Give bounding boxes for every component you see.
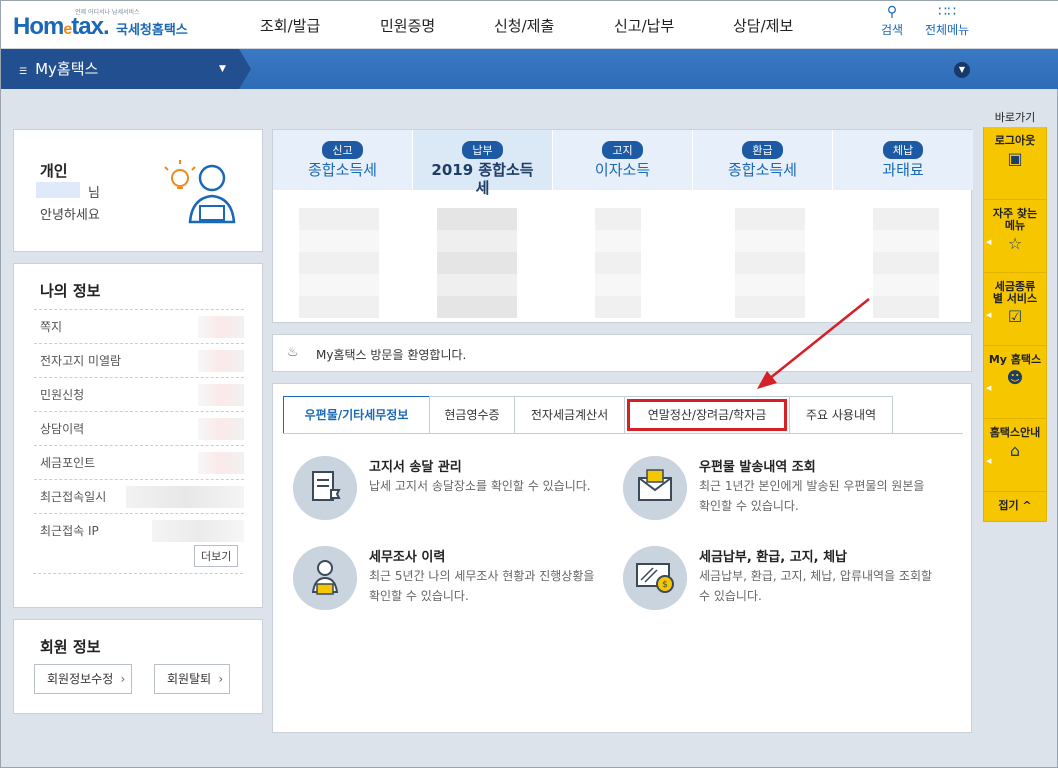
logo-korean-name: 국세청홈택스 [116, 23, 188, 38]
menu-inquiry-issue[interactable]: 조회/발급 [260, 15, 320, 36]
tax-type-service-button[interactable]: ◀ 세금종류별 서비스 ☑ [983, 273, 1047, 346]
name-suffix: 님 [88, 186, 100, 201]
fold-button[interactable]: 접기 ^ [983, 492, 1047, 522]
info-row-unread-notice[interactable]: 전자고지 미열람 [34, 343, 244, 377]
masked-value [198, 418, 244, 440]
member-info-card: 회원 정보 회원정보수정 회원탈퇴 [13, 619, 263, 714]
tab-e-tax-invoice[interactable]: 전자세금계산서 [514, 396, 625, 434]
info-row-tax-point[interactable]: 세금포인트 [34, 445, 244, 479]
user-laptop-illustration-icon [164, 160, 236, 224]
favorite-menu-button[interactable]: ◀ 자주 찾는 메뉴 ☆ [983, 200, 1047, 273]
all-menu-button[interactable]: ∷∷ 전체메뉴 [925, 3, 969, 38]
tax-summary-arrears[interactable]: 체납 과태료 [833, 130, 973, 190]
logo-wordmark: Hometax. [13, 13, 110, 40]
left-arrow-icon: ◀ [986, 238, 992, 246]
my-hometax-quick-button[interactable]: ◀ My 홈택스 ☻ [983, 346, 1047, 419]
info-row-civil-application[interactable]: 민원신청 [34, 377, 244, 411]
info-row-last-login-time: 최근접속일시 [34, 479, 244, 513]
masked-value [152, 520, 244, 542]
more-button[interactable]: 더보기 [194, 545, 239, 567]
nav-bar: ☰ My홈택스 ▼ ▼ [1, 49, 1058, 89]
info-row-last-login-ip: 최근접속 IP [34, 513, 244, 547]
service-tax-audit-history[interactable]: 세무조사 이력 최근 5년간 나의 세무조사 현황과 진행상황을 확인할 수 있… [293, 546, 613, 626]
grid-icon: ∷∷ [938, 4, 956, 20]
tax-summary-payment[interactable]: 납부 2019 종합소득세 [413, 130, 553, 197]
greeting-text: 안녕하세요 [40, 208, 100, 223]
tax-summary-refund[interactable]: 환급 종합소득세 [693, 130, 833, 190]
status-badge: 납부 [462, 141, 503, 159]
edit-member-button[interactable]: 회원정보수정 [34, 664, 133, 694]
bell-icon: ♨ [287, 345, 299, 360]
status-badge: 고지 [602, 141, 643, 159]
info-row-consult-history[interactable]: 상담이력 [34, 411, 244, 445]
house-icon: ⌂ [1009, 441, 1021, 460]
tax-summary-notice[interactable]: 고지 이자소득 [553, 130, 693, 190]
person-laptop-icon [293, 546, 357, 610]
masked-amount [735, 208, 805, 318]
service-payment-refund[interactable]: $ 세금납부, 환급, 고지, 체납 세금납부, 환급, 고지, 체납, 압류내… [623, 546, 943, 626]
menu-civil-certificate[interactable]: 민원증명 [380, 15, 435, 36]
masked-amount [873, 208, 939, 318]
document-flag-icon [293, 456, 357, 520]
chevron-down-icon[interactable]: ▼ [219, 49, 226, 89]
notice-bar: ♨ My홈택스 방문을 환영합니다. [272, 334, 972, 372]
my-info-title: 나의 정보 [40, 282, 101, 300]
notice-text: My홈택스 방문을 환영합니다. [316, 348, 467, 362]
menu-report-pay[interactable]: 신고/납부 [614, 15, 674, 36]
masked-amount [437, 208, 517, 318]
info-row-message[interactable]: 쪽지 [34, 309, 244, 343]
menu-icon: ☰ [19, 67, 28, 77]
member-info-title: 회원 정보 [40, 638, 101, 656]
expand-circle-icon[interactable]: ▼ [954, 62, 970, 78]
star-icon: ☆ [1007, 234, 1023, 253]
masked-user-name [36, 182, 80, 198]
menu-apply-submit[interactable]: 신청/제출 [494, 15, 554, 36]
masked-value [198, 452, 244, 474]
left-arrow-icon: ◀ [986, 384, 992, 392]
search-icon: ⚲ [886, 4, 898, 20]
masked-value [198, 350, 244, 372]
masked-value [198, 384, 244, 406]
monitor-coin-icon: $ [623, 546, 687, 610]
service-mail-history[interactable]: 우편물 발송내역 조회 최근 1년간 본인에게 발송된 우편물의 원본을 확인할… [623, 456, 943, 536]
quick-menu: 바로가기 로그아웃 ▣ ◀ 자주 찾는 메뉴 ☆ ◀ 세금종류별 서비스 ☑ ◀… [983, 109, 1047, 522]
masked-value [198, 316, 244, 338]
status-badge: 체납 [882, 141, 924, 159]
masked-amount [299, 208, 379, 318]
tab-cash-receipt[interactable]: 현금영수증 [429, 396, 515, 434]
top-header: 언제 어디서나 납세서비스 Hometax. 국세청홈택스 조회/발급 민원증명… [1, 1, 1058, 49]
tax-summary-card: 신고 종합소득세 납부 2019 종합소득세 고지 이자소득 환급 종합소득세 … [272, 129, 973, 323]
unlock-icon: ▣ [1007, 149, 1023, 168]
menu-consult-report[interactable]: 상담/제보 [733, 15, 793, 36]
status-badge: 환급 [742, 141, 783, 159]
tax-summary-report[interactable]: 신고 종합소득세 [273, 130, 413, 190]
my-hometax-dropdown[interactable]: ☰ My홈택스 [1, 49, 251, 89]
left-arrow-icon: ◀ [986, 457, 992, 465]
service-bill-delivery[interactable]: 고지서 송달 관리 납세 고지서 송달장소를 확인할 수 있습니다. [293, 456, 613, 536]
status-badge: 신고 [322, 141, 363, 159]
user-type: 개인 [40, 162, 68, 180]
quick-menu-label: 바로가기 [994, 111, 1036, 124]
divider [33, 573, 243, 574]
logout-button[interactable]: 로그아웃 ▣ [983, 127, 1047, 200]
hometax-guide-button[interactable]: ◀ 홈택스안내 ⌂ [983, 419, 1047, 492]
hometax-logo[interactable]: 언제 어디서나 납세서비스 Hometax. 국세청홈택스 [13, 5, 203, 45]
user-icon: ☻ [1006, 368, 1024, 387]
tab-year-end-settlement[interactable]: 연말정산/장려금/학자금 [624, 396, 790, 434]
search-button[interactable]: ⚲ 검색 [881, 3, 903, 38]
service-tabs-card: 우편물/기타세무정보 현금영수증 전자세금계산서 연말정산/장려금/학자금 주요… [272, 383, 972, 733]
checkbox-icon: ☑ [1007, 307, 1023, 326]
left-arrow-icon: ◀ [986, 311, 992, 319]
tab-divider [283, 433, 963, 434]
greeting-card: 개인 님 안녕하세요 [13, 129, 263, 252]
masked-amount [595, 208, 641, 318]
withdraw-member-button[interactable]: 회원탈퇴 [154, 664, 231, 694]
tab-main-usage[interactable]: 주요 사용내역 [789, 396, 893, 434]
masked-value [126, 486, 244, 508]
svg-text:$: $ [662, 580, 668, 590]
envelope-icon [623, 456, 687, 520]
tab-mail-tax-info[interactable]: 우편물/기타세무정보 [283, 396, 430, 434]
